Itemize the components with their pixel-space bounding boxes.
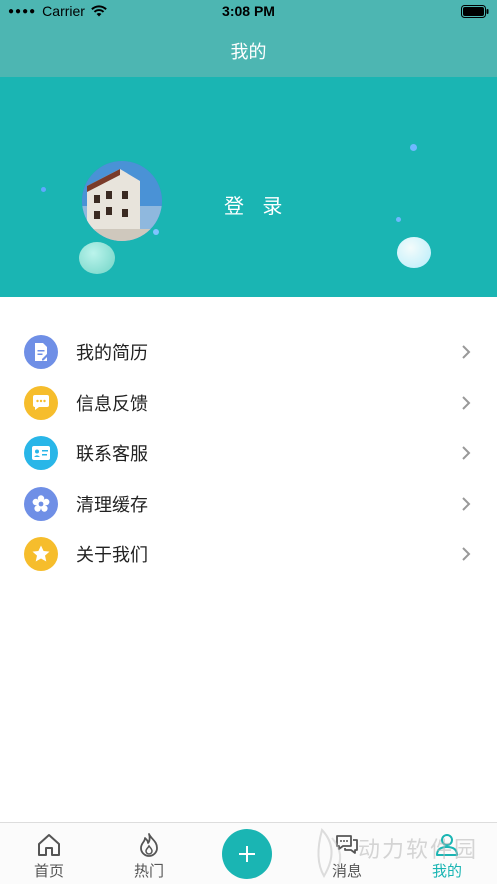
decor-bubble bbox=[410, 144, 417, 151]
avatar-photo bbox=[82, 161, 162, 241]
menu-item-about[interactable]: 关于我们 bbox=[0, 529, 497, 580]
add-button[interactable] bbox=[222, 829, 272, 879]
tab-hot[interactable]: 热门 bbox=[114, 823, 184, 884]
status-bar: ●●●● Carrier 3:08 PM bbox=[0, 0, 497, 24]
menu-item-feedback[interactable]: 信息反馈 bbox=[0, 378, 497, 429]
menu-item-label: 信息反馈 bbox=[76, 393, 148, 415]
feedback-chat-icon bbox=[24, 385, 58, 420]
decor-bubble bbox=[396, 217, 401, 222]
avatar[interactable] bbox=[82, 161, 162, 241]
menu-list: 我的简历 信息反馈 联系客服 清理缓存 关于我们 bbox=[0, 327, 497, 580]
clear-cache-gear-icon bbox=[24, 486, 58, 521]
flame-icon bbox=[140, 833, 158, 857]
decor-bubble bbox=[397, 237, 431, 268]
menu-item-contact[interactable]: 联系客服 bbox=[0, 428, 497, 479]
login-button[interactable]: 登 录 bbox=[224, 190, 288, 219]
nav-bar: 我的 bbox=[0, 24, 497, 77]
plus-icon bbox=[239, 846, 255, 862]
resume-icon bbox=[24, 335, 58, 370]
chevron-right-icon bbox=[462, 497, 471, 511]
chevron-right-icon bbox=[462, 396, 471, 410]
chevron-right-icon bbox=[462, 345, 471, 359]
tab-home[interactable]: 首页 bbox=[14, 823, 84, 884]
watermark-text: 动力软件园 bbox=[358, 838, 479, 863]
profile-header: 登 录 bbox=[0, 77, 497, 297]
page-title: 我的 bbox=[230, 41, 267, 63]
chevron-right-icon bbox=[462, 547, 471, 561]
menu-item-resume[interactable]: 我的简历 bbox=[0, 327, 497, 378]
menu-item-label: 联系客服 bbox=[76, 444, 148, 466]
home-icon bbox=[38, 834, 60, 856]
menu-item-label: 清理缓存 bbox=[76, 494, 148, 516]
star-icon bbox=[24, 537, 58, 572]
decor-bubble bbox=[153, 229, 159, 235]
menu-item-label: 关于我们 bbox=[76, 545, 148, 567]
message-icon bbox=[336, 835, 358, 854]
battery-icon bbox=[461, 5, 489, 18]
decor-bubble bbox=[41, 187, 46, 192]
tab-label: 热门 bbox=[133, 862, 164, 880]
status-time: 3:08 PM bbox=[222, 3, 275, 19]
tab-label: 首页 bbox=[33, 862, 64, 880]
chevron-right-icon bbox=[462, 446, 471, 460]
menu-item-label: 我的简历 bbox=[76, 343, 148, 365]
menu-item-clear-cache[interactable]: 清理缓存 bbox=[0, 479, 497, 530]
decor-bubble bbox=[79, 242, 115, 274]
contact-card-icon bbox=[24, 436, 58, 471]
